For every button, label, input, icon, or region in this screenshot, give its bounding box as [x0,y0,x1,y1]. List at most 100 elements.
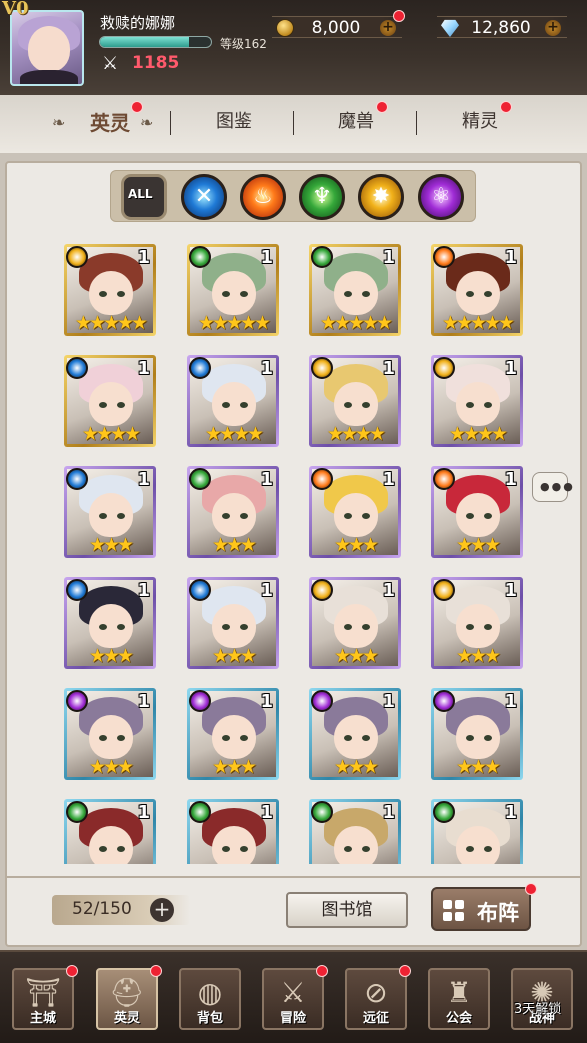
hero-count: 1 [382,580,395,601]
diamond-icon [441,19,459,37]
hero-card[interactable]: 1 ★★★★ [187,355,279,447]
nav-city-gate[interactable]: ⛩ 主城 [12,968,74,1030]
add-gems-button[interactable]: + [545,20,561,36]
dark-element-icon: ⚛ [431,184,451,209]
dark-element-icon [433,690,455,712]
filter-all-button[interactable]: ALL [121,174,167,220]
nav-label: 主城 [29,1011,56,1026]
hero-card[interactable]: 1★★★ [431,688,523,780]
tab-heroes[interactable]: 英灵 [84,107,136,137]
nav-badge [316,965,328,977]
expand-capacity-button[interactable]: + [150,898,174,922]
star-rating: ★★★ [333,756,379,778]
chat-button[interactable]: ●●● [532,472,573,502]
hero-card[interactable]: 1★★★ [431,466,523,558]
vip-level: V0 [2,0,29,19]
tab-beasts-badge [376,101,388,113]
star-rating: ★★★ [455,645,501,667]
hero-count: 1 [504,247,517,268]
tab-beasts[interactable]: 魔兽 [328,107,384,137]
water-element-icon [66,579,88,601]
hero-count: 1 [137,358,150,379]
hero-card[interactable]: 1 ★★★★ [64,355,156,447]
filter-water-button[interactable]: ✕ [181,174,227,220]
tab-spirits-badge [500,101,512,113]
hero-card[interactable]: 1★★★ [187,577,279,669]
hero-card[interactable]: 1 ★★★★★ [187,244,279,336]
star-rating: ★★★★★ [74,312,148,334]
gem-amount: 12,860 [471,18,531,38]
light-element-icon [433,579,455,601]
hero-card[interactable]: 1★★★ [64,466,156,558]
hero-card[interactable]: 1 ★★★★★ [431,244,523,336]
hero-count: 1 [137,580,150,601]
chat-icon: ●●● [540,480,575,493]
hero-card[interactable]: 1★★★ [64,799,156,864]
hero-count: 1 [260,802,273,823]
filter-dark-button[interactable]: ⚛ [418,174,464,220]
fire-element-icon [433,468,455,490]
hero-card[interactable]: 1 ★★★★ [309,355,401,447]
hero-card[interactable]: 1 ★★★★★ [64,244,156,336]
light-element-icon [433,357,455,379]
player-avatar[interactable] [10,10,84,86]
add-gold-button[interactable]: + [380,20,396,36]
hero-card[interactable]: 1★★★ [309,466,401,558]
hero-count: 1 [504,469,517,490]
hero-card[interactable]: 1★★★ [187,799,279,864]
water-element-icon [189,579,211,601]
hero-card[interactable]: 1 ★★★★ [431,355,523,447]
filter-wood-button[interactable]: ♆ [299,174,345,220]
nav-compass[interactable]: ⊘ 远征 [345,968,407,1030]
star-rating: ★★★ [455,756,501,778]
crossed-swords-icon: ⚔ [280,976,306,1009]
star-rating: ★★★ [333,534,379,556]
light-element-icon [66,246,88,268]
nav-castle[interactable]: ♜ 公会 [428,968,490,1030]
city-gate-icon: ⛩ [25,976,61,1009]
wood-element-icon [189,468,211,490]
library-button[interactable]: 图书馆 [286,892,408,928]
wood-element-icon: ♆ [312,184,332,209]
top-bar: V0 救赎的娜娜 等级162 ⚔ 1185 8,000 + 12,860 + [0,0,587,95]
hero-card[interactable]: 1★★★ [64,577,156,669]
hero-count: 1 [504,580,517,601]
wood-element-icon [189,246,211,268]
wood-element-icon [66,801,88,823]
tab-spirits[interactable]: 精灵 [452,107,508,137]
hero-card[interactable]: 1 ★★★ [431,577,523,669]
hero-card[interactable]: 1★★★ [187,688,279,780]
nav-crossed-swords[interactable]: ⚔ 冒险 [262,968,324,1030]
hero-card[interactable]: 1 ★★★★★ [309,244,401,336]
nav-backpack[interactable]: ◍ 背包 [179,968,241,1030]
hero-count: 1 [382,802,395,823]
nav-label: 公会 [445,1011,472,1026]
nav-label: 远征 [362,1011,389,1026]
hero-count: 1 [137,247,150,268]
hero-count: 1 [504,802,517,823]
hero-card[interactable]: 1★★★ [309,577,401,669]
fire-element-icon [433,246,455,268]
hero-capacity: 52/150 + [52,895,190,925]
tab-codex[interactable]: 图鉴 [206,107,262,137]
star-rating: ★★★★★ [319,312,393,334]
filter-light-button[interactable]: ✸ [358,174,404,220]
unlock-timer: 3天解锁 [514,1002,562,1017]
player-level: 等级162 [220,37,267,51]
hero-card[interactable]: 1★★★ [64,688,156,780]
nav-label: 英灵 [113,1011,140,1026]
star-rating: ★★★ [211,756,257,778]
hero-count: 1 [137,802,150,823]
wood-element-icon [189,801,211,823]
hero-card[interactable]: 1★★★ [309,688,401,780]
hero-card[interactable]: 1★★★ [309,799,401,864]
hero-card[interactable]: 1★★★ [431,799,523,864]
dark-element-icon [189,690,211,712]
wood-element-icon [433,801,455,823]
hero-card[interactable]: 1★★★ [187,466,279,558]
category-tabs: ❧ 英灵 ❧ 图鉴 魔兽 精灵 [0,95,587,153]
hero-count: 1 [382,247,395,268]
formation-button[interactable]: 布阵 [431,887,531,931]
nav-hero-helmet[interactable]: ⛑ 英灵 [96,968,158,1030]
filter-fire-button[interactable]: ♨ [240,174,286,220]
